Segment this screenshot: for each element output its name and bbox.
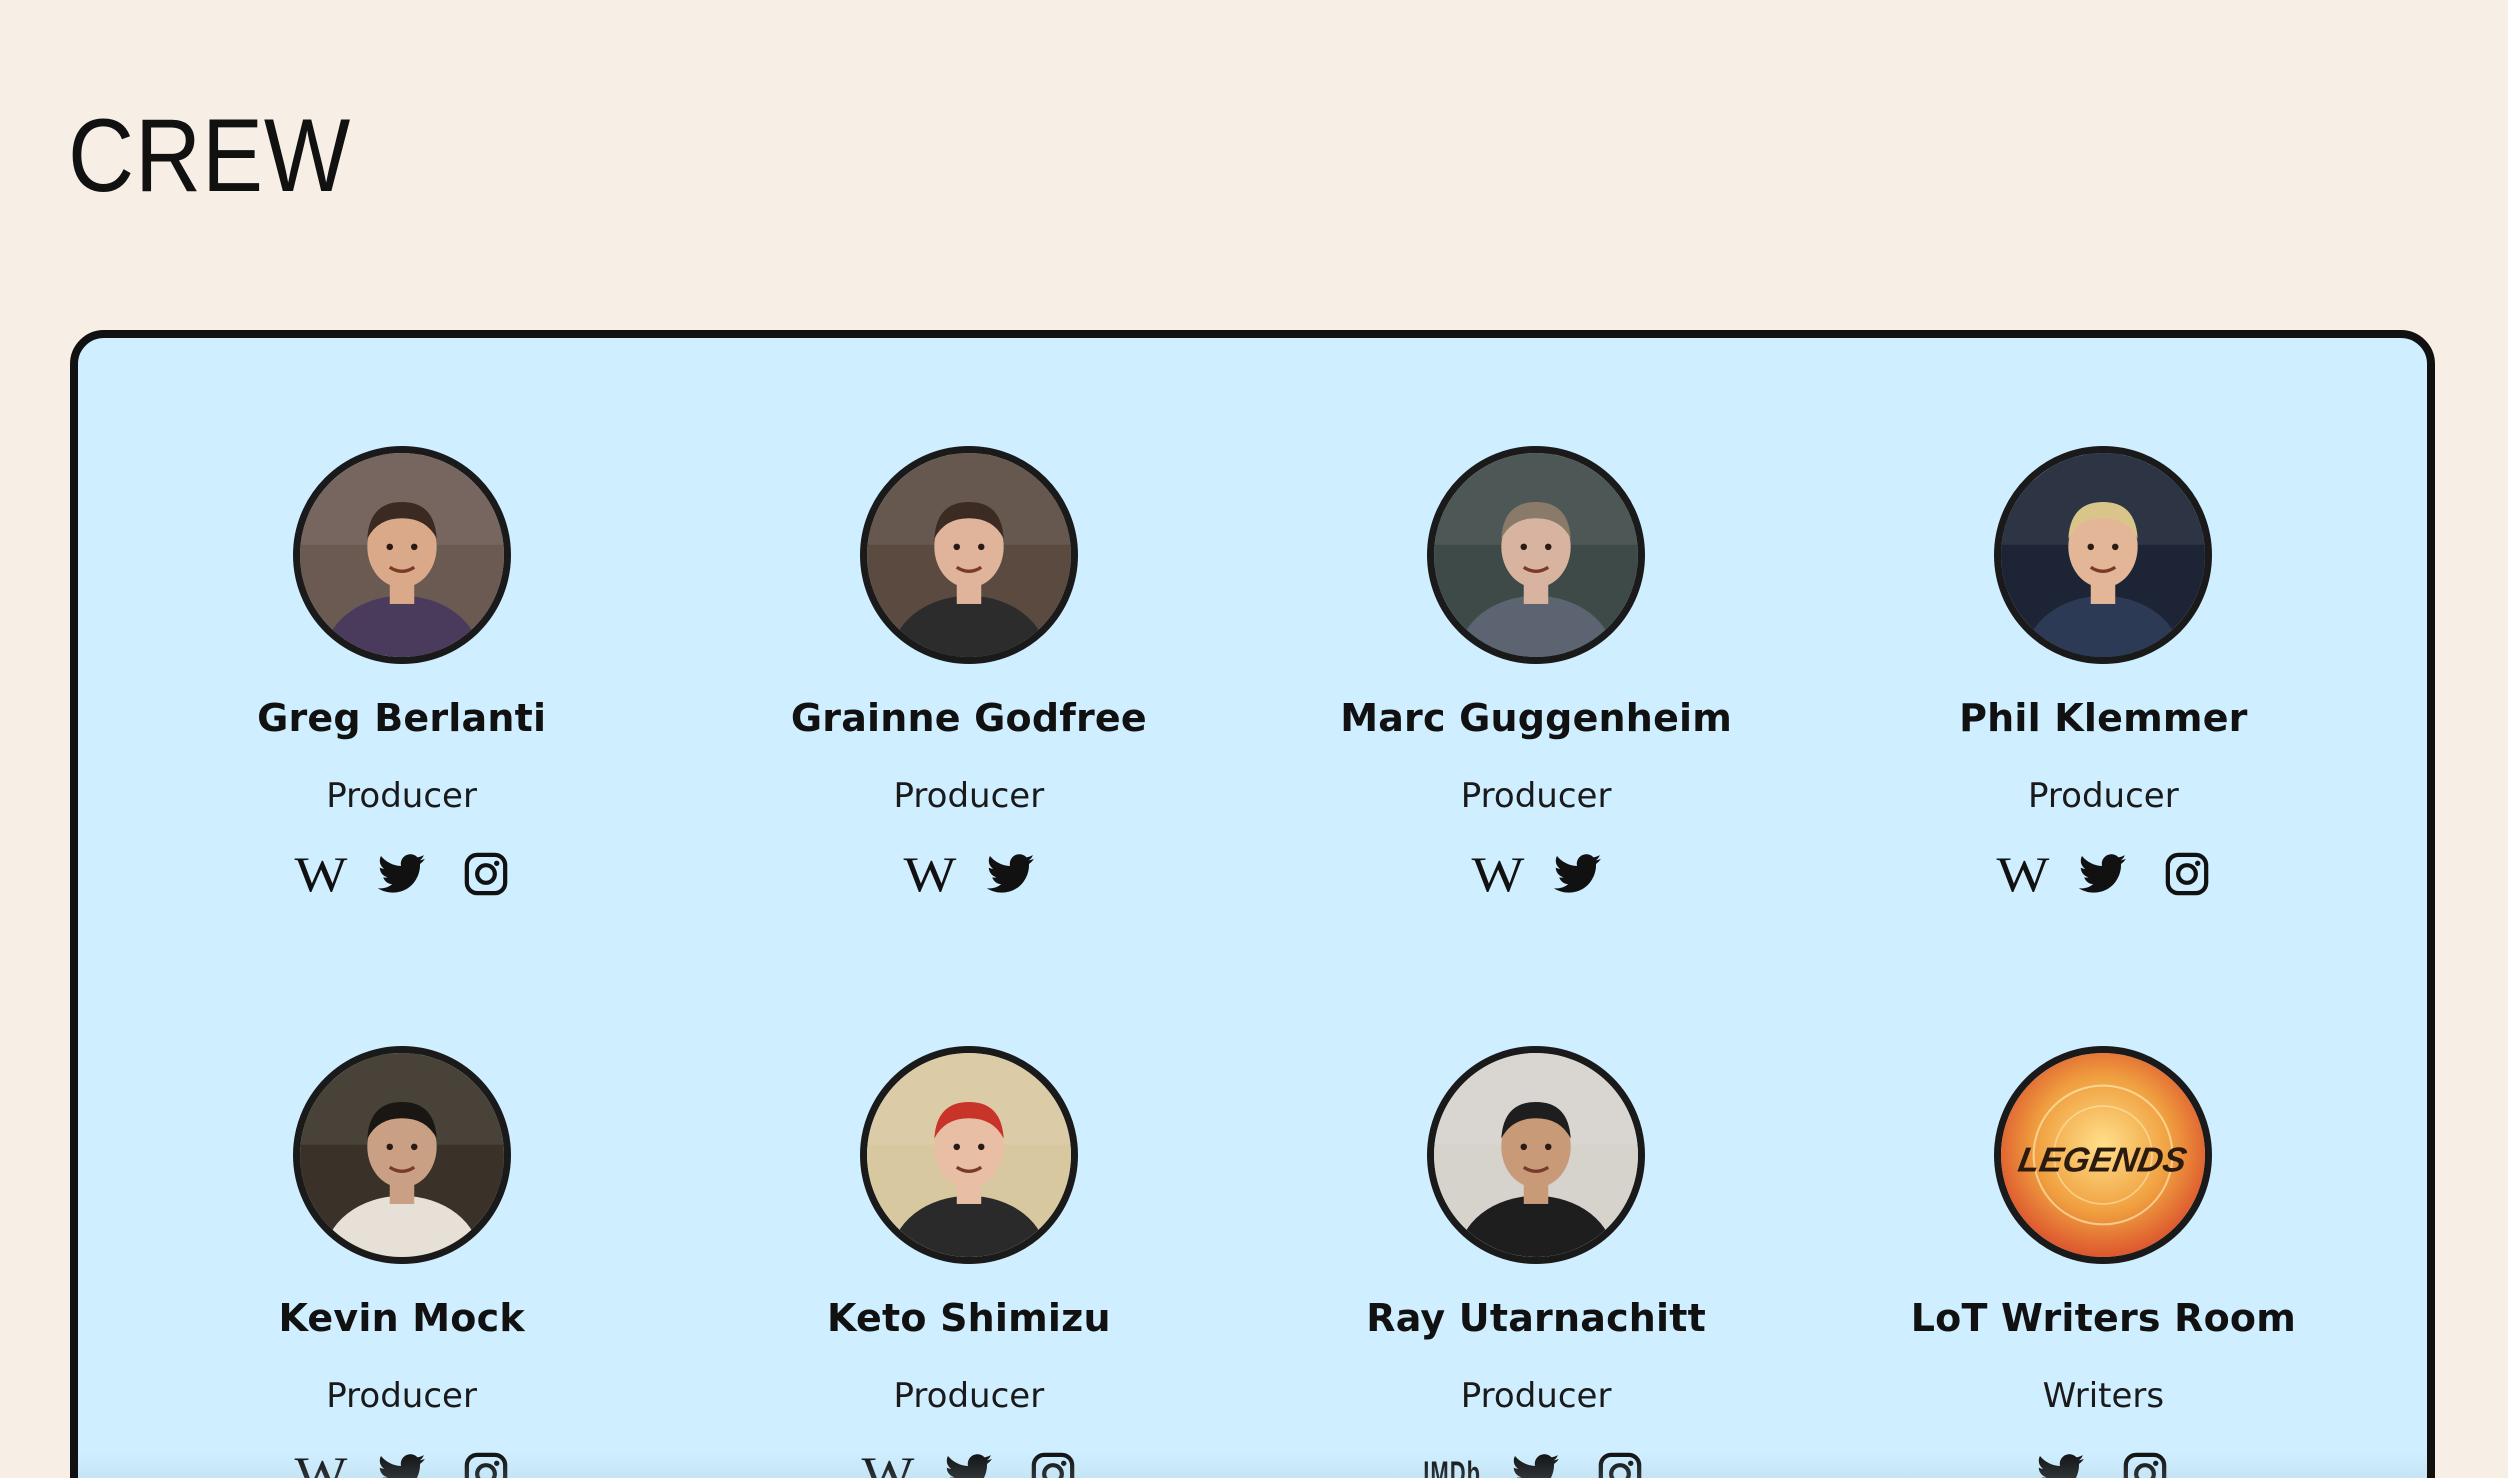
twitter-icon — [2079, 854, 2127, 893]
crew-avatar — [1427, 1046, 1646, 1264]
social-links: W — [1467, 846, 1605, 902]
wikipedia-link[interactable]: W — [1467, 846, 1524, 902]
twitter-link[interactable] — [1551, 847, 1605, 901]
crew-card: Keto Shimizu Producer W — [685, 938, 1252, 1478]
crew-name: Grainne Godfree — [790, 696, 1147, 740]
crew-name: Marc Guggenheim — [1340, 696, 1733, 740]
crew-avatar — [292, 446, 511, 664]
social-links: W — [858, 1446, 1080, 1478]
crew-card: Grainne Godfree Producer W — [685, 338, 1252, 938]
portrait-image — [1434, 1053, 1639, 1257]
instagram-link[interactable] — [1026, 1447, 1080, 1478]
twitter-link[interactable] — [984, 847, 1038, 901]
crew-card: Ray Utarnachitt Producer IMDb — [1253, 938, 1820, 1478]
crew-card: Kevin Mock Producer W — [118, 938, 685, 1478]
wikipedia-link[interactable]: W — [291, 1446, 348, 1478]
page-title: CREW — [68, 98, 352, 214]
crew-role: Producer — [1460, 1376, 1612, 1416]
crew-name: Keto Shimizu — [827, 1296, 1111, 1340]
instagram-icon — [464, 852, 507, 896]
crew-avatar — [859, 446, 1078, 664]
instagram-icon — [1598, 1452, 1642, 1478]
crew-role: Producer — [326, 776, 477, 816]
crew-name: Phil Klemmer — [1959, 696, 2248, 740]
portrait-image — [299, 453, 504, 657]
wikipedia-icon: W — [1996, 846, 2049, 902]
crew-name: LoT Writers Room — [1910, 1296, 2297, 1340]
twitter-icon — [377, 854, 425, 893]
crew-role: Producer — [2028, 776, 2179, 816]
crew-avatar — [1427, 446, 1646, 664]
twitter-icon — [2039, 1454, 2085, 1478]
wikipedia-icon: W — [294, 846, 348, 902]
twitter-link[interactable] — [942, 1447, 996, 1478]
instagram-link[interactable] — [2160, 847, 2214, 901]
crew-avatar — [1994, 446, 2213, 664]
portrait-image — [866, 453, 1071, 657]
twitter-icon — [946, 1454, 993, 1478]
wikipedia-link[interactable]: W — [900, 846, 957, 902]
crew-avatar: LEGENDS — [1994, 1046, 2213, 1264]
portrait-image — [299, 1053, 504, 1257]
twitter-link[interactable] — [1509, 1447, 1563, 1478]
wikipedia-icon: W — [1471, 846, 1524, 902]
crew-role: Producer — [1460, 776, 1612, 816]
twitter-link[interactable] — [375, 1447, 429, 1478]
portrait-image — [1434, 453, 1639, 657]
instagram-link[interactable] — [2118, 1447, 2172, 1478]
portrait-image — [866, 1053, 1071, 1257]
crew-name: Kevin Mock — [278, 1296, 525, 1340]
wikipedia-icon: W — [294, 1446, 348, 1478]
crew-name: Ray Utarnachitt — [1366, 1296, 1707, 1340]
wikipedia-link[interactable]: W — [1992, 846, 2049, 902]
wikipedia-icon: W — [903, 846, 957, 902]
instagram-link[interactable] — [459, 1447, 513, 1478]
twitter-icon — [379, 1454, 425, 1478]
wikipedia-link[interactable]: W — [291, 846, 348, 902]
instagram-icon — [2166, 852, 2209, 896]
social-links: W — [291, 846, 513, 902]
social-links: W — [900, 846, 1038, 902]
social-links: IMDb — [1423, 1446, 1647, 1478]
portrait-image — [2001, 453, 2206, 657]
instagram-link[interactable] — [459, 847, 513, 901]
crew-card: Marc Guggenheim Producer W — [1253, 338, 1820, 938]
crew-panel: Greg Berlanti Producer W Grainne Godfree Pr… — [70, 330, 2435, 1478]
instagram-icon — [2124, 1452, 2167, 1478]
instagram-icon — [1031, 1452, 1075, 1478]
crew-role: Producer — [893, 1376, 1045, 1416]
crew-role: Producer — [326, 1376, 477, 1416]
crew-role: Producer — [893, 776, 1045, 816]
twitter-link[interactable] — [375, 847, 429, 901]
crew-card: Phil Klemmer Producer W — [1820, 338, 2387, 938]
legends-logo-image: LEGENDS — [2001, 1053, 2206, 1257]
crew-card: Greg Berlanti Producer W — [118, 338, 685, 938]
twitter-icon — [986, 854, 1035, 893]
social-links: W — [291, 1446, 513, 1478]
wikipedia-icon: W — [861, 1446, 915, 1478]
social-links — [2034, 1446, 2172, 1478]
crew-name: Greg Berlanti — [257, 696, 547, 740]
crew-role: Writers — [2042, 1376, 2165, 1416]
wikipedia-link[interactable]: W — [858, 1446, 915, 1478]
twitter-link[interactable] — [2076, 847, 2130, 901]
twitter-link[interactable] — [2034, 1447, 2088, 1478]
instagram-icon — [464, 1452, 507, 1478]
crew-grid: Greg Berlanti Producer W Grainne Godfree Pr… — [78, 338, 2427, 1478]
crew-page: CREW Greg Berlanti Producer W Grainne Godf… — [0, 0, 2508, 1478]
social-links: W — [1992, 846, 2214, 902]
crew-avatar — [859, 1046, 1078, 1264]
imdb-icon: IMDb — [1423, 1454, 1482, 1478]
crew-card: LEGENDS LoT Writers Room Writers — [1820, 938, 2387, 1478]
svg-text:LEGENDS: LEGENDS — [2016, 1141, 2190, 1180]
instagram-link[interactable] — [1593, 1447, 1647, 1478]
twitter-icon — [1554, 854, 1602, 893]
crew-avatar — [292, 1046, 511, 1264]
twitter-icon — [1513, 1454, 1560, 1478]
imdb-link[interactable]: IMDb — [1423, 1447, 1482, 1478]
